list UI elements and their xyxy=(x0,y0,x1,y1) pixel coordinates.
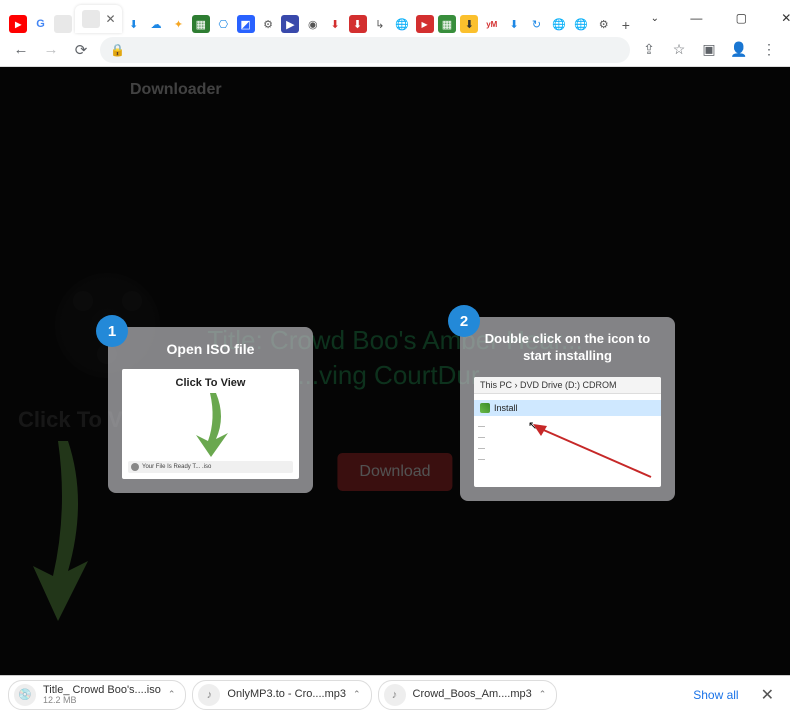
bookmark-star-icon[interactable]: ☆ xyxy=(668,41,690,58)
profile-icon[interactable]: 👤 xyxy=(728,41,750,58)
step-badge-1: 1 xyxy=(96,315,128,347)
preview-rule-marks: ———— xyxy=(478,421,485,466)
download-filename: OnlyMP3.to - Cro....mp3 xyxy=(227,688,346,700)
address-bar: ← → ⟳ 🔒 ⇪ ☆ ▣ 👤 ⋮ xyxy=(0,33,790,67)
close-downloads-bar[interactable]: ✕ xyxy=(753,681,782,709)
down-arrow-icon xyxy=(188,393,234,462)
tab-favicon[interactable]: ☁ xyxy=(147,15,165,33)
download-item-3[interactable]: ♪ Crowd_Boos_Am....mp3 ⌃ xyxy=(378,680,558,710)
tab-favicon[interactable]: ▶ xyxy=(416,15,434,33)
download-filename: Crowd_Boos_Am....mp3 xyxy=(413,688,532,700)
card2-title: Double click on the icon to start instal… xyxy=(474,331,661,365)
download-filename: Title_ Crowd Boo's....iso xyxy=(43,684,161,696)
active-tab[interactable]: ✕ xyxy=(75,5,121,33)
instruction-card-1: 1 Open ISO file Click To View Your File … xyxy=(108,327,313,493)
back-button[interactable]: ← xyxy=(10,39,32,61)
tab-favicon[interactable]: ⬇ xyxy=(460,15,478,33)
page-viewport: Downloader Title: Crowd Boo's Amber Hear… xyxy=(0,67,790,675)
forward-button[interactable]: → xyxy=(40,39,62,61)
card2-preview: This PC › DVD Drive (D:) CDROM Install ↖… xyxy=(474,377,661,487)
card1-preview: Click To View Your File Is Ready T... .i… xyxy=(122,369,299,479)
maximize-button[interactable]: ▢ xyxy=(719,3,764,33)
download-filesize: 12.2 MB xyxy=(43,696,161,706)
card1-title: Open ISO file xyxy=(122,341,299,357)
download-item-1[interactable]: 💿 Title_ Crowd Boo's....iso 12.2 MB ⌃ xyxy=(8,680,186,710)
downloads-bar: 💿 Title_ Crowd Boo's....iso 12.2 MB ⌃ ♪ … xyxy=(0,675,790,713)
tab-favicon[interactable]: ⚙ xyxy=(595,15,613,33)
tab-favicon-google[interactable]: G xyxy=(32,15,50,33)
window-controls: ⌄ — ▢ ✕ xyxy=(636,3,790,33)
close-tab-icon[interactable]: ✕ xyxy=(106,12,116,26)
tab-favicon[interactable]: ↻ xyxy=(528,15,546,33)
card1-download-bar: Your File Is Ready T... .iso xyxy=(128,461,293,473)
instruction-card-2: 2 Double click on the icon to start inst… xyxy=(460,317,675,501)
tab-favicon[interactable]: ↳ xyxy=(371,15,389,33)
file-icon: ♪ xyxy=(198,684,220,706)
red-arrow-icon xyxy=(533,424,653,479)
tab-favicon[interactable]: 🌐 xyxy=(550,15,568,33)
card1-inner-label: Click To View xyxy=(122,377,299,389)
active-tab-favicon xyxy=(82,10,100,28)
tab-favicon[interactable] xyxy=(54,15,72,33)
install-file-row: Install xyxy=(474,400,661,416)
download-item-2[interactable]: ♪ OnlyMP3.to - Cro....mp3 ⌃ xyxy=(192,680,371,710)
step-badge-2: 2 xyxy=(448,305,480,337)
explorer-breadcrumb: This PC › DVD Drive (D:) CDROM xyxy=(474,377,661,394)
menu-icon[interactable]: ⋮ xyxy=(758,41,780,58)
url-field[interactable]: 🔒 xyxy=(100,37,630,63)
chevron-up-icon[interactable]: ⌃ xyxy=(539,689,547,700)
share-icon[interactable]: ⇪ xyxy=(638,41,660,58)
tab-favicon[interactable]: ⬇ xyxy=(125,15,143,33)
tab-favicon[interactable]: yM xyxy=(483,15,501,33)
tab-favicon[interactable]: ⬇ xyxy=(505,15,523,33)
installer-icon xyxy=(480,403,490,413)
new-tab-button[interactable]: + xyxy=(616,17,636,33)
tab-favicon[interactable]: ✦ xyxy=(170,15,188,33)
tab-favicon[interactable]: ⬇ xyxy=(349,15,367,33)
tab-favicon[interactable]: ⬇ xyxy=(326,15,344,33)
tab-favicon[interactable]: ◉ xyxy=(304,15,322,33)
chevron-up-icon[interactable]: ⌃ xyxy=(168,689,176,700)
close-window-button[interactable]: ✕ xyxy=(764,3,790,33)
tab-strip: ▶ G ✕ ⬇ ☁ ✦ ▦ ⎔ ◩ ⚙ ▶ ◉ ⬇ ⬇ ↳ 🌐 ▶ ▦ ⬇ yM… xyxy=(0,0,636,33)
show-all-downloads[interactable]: Show all xyxy=(685,684,746,706)
tab-favicon[interactable]: ▶ xyxy=(281,15,299,33)
tab-favicon-youtube[interactable]: ▶ xyxy=(9,15,27,33)
chevron-up-icon[interactable]: ⌃ xyxy=(353,689,361,700)
tab-favicon[interactable]: ⎔ xyxy=(214,15,232,33)
reload-button[interactable]: ⟳ xyxy=(70,39,92,61)
side-panel-icon[interactable]: ▣ xyxy=(698,41,720,58)
window-titlebar: ▶ G ✕ ⬇ ☁ ✦ ▦ ⎔ ◩ ⚙ ▶ ◉ ⬇ ⬇ ↳ 🌐 ▶ ▦ ⬇ yM… xyxy=(0,0,790,33)
tab-favicon[interactable]: 🌐 xyxy=(572,15,590,33)
tab-favicon[interactable]: ◩ xyxy=(237,15,255,33)
tabs-dropdown-icon[interactable]: ⌄ xyxy=(636,3,674,33)
file-icon: ♪ xyxy=(384,684,406,706)
tab-favicon[interactable]: ▦ xyxy=(438,15,456,33)
tab-favicon[interactable]: ▦ xyxy=(192,15,210,33)
tab-favicon[interactable]: ⚙ xyxy=(259,15,277,33)
minimize-button[interactable]: — xyxy=(674,3,719,33)
lock-icon: 🔒 xyxy=(110,43,125,57)
tab-favicon[interactable]: 🌐 xyxy=(393,15,411,33)
file-icon: 💿 xyxy=(14,684,36,706)
